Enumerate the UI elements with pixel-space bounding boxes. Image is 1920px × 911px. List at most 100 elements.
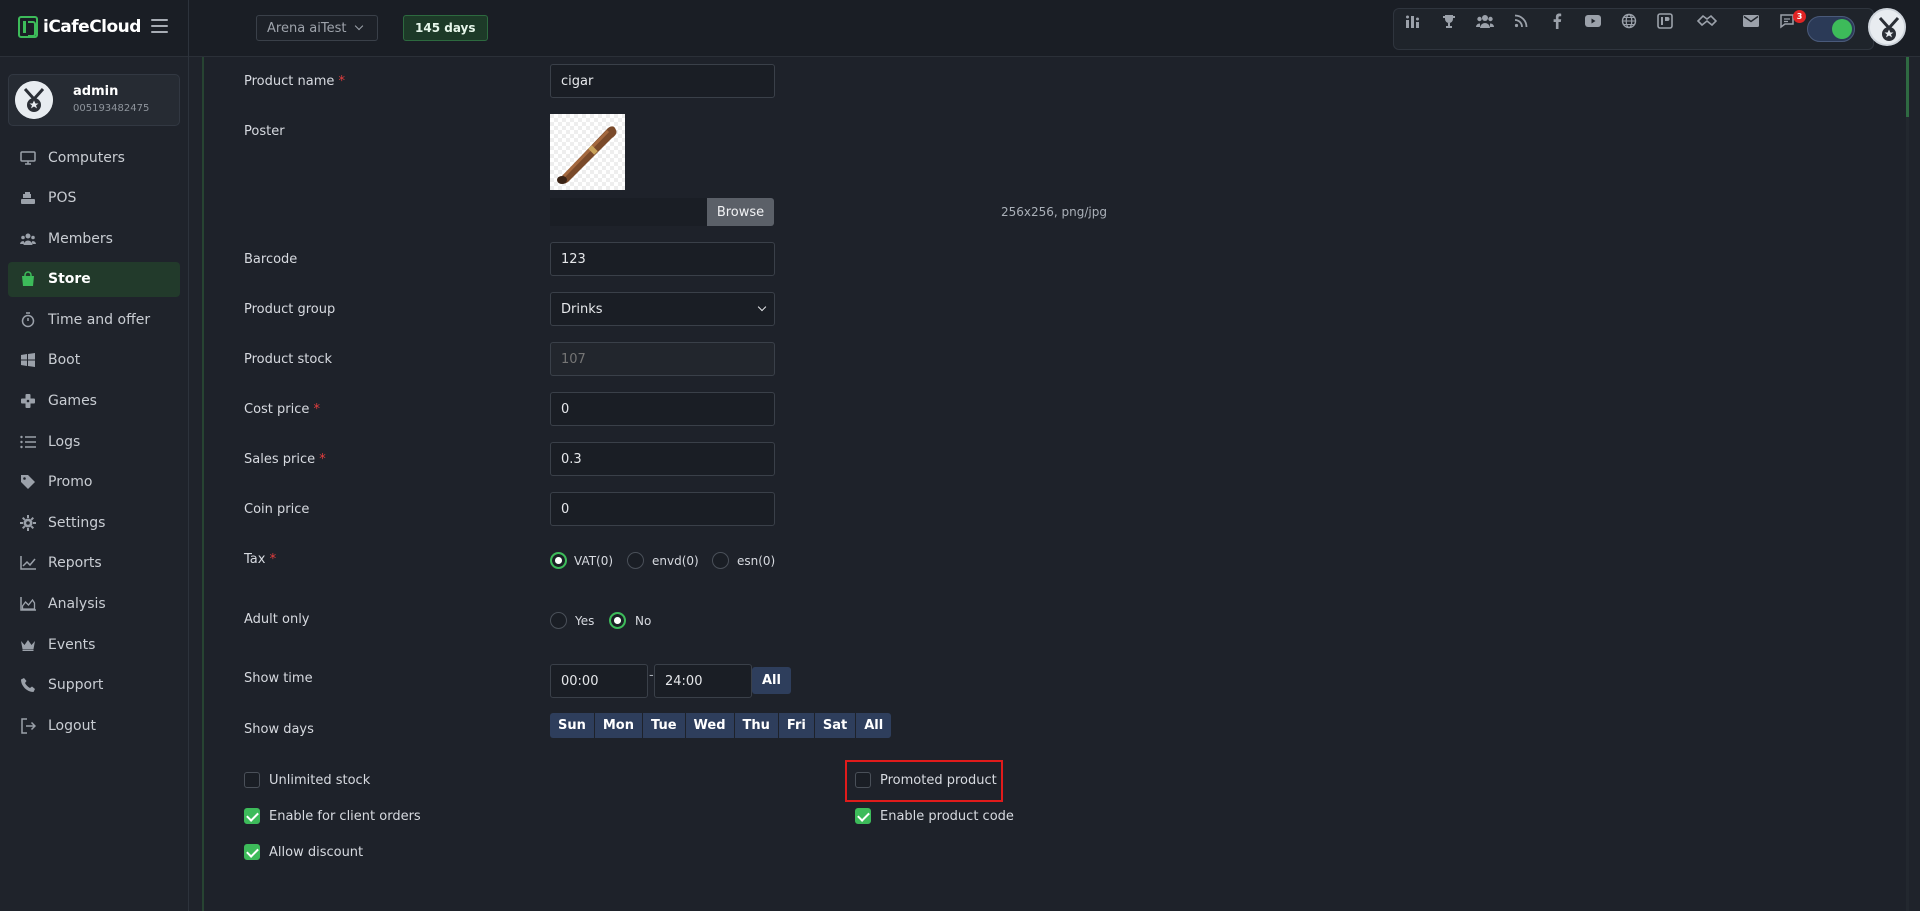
avatar[interactable] (1868, 8, 1906, 46)
sidebar-item-games[interactable]: Games (8, 384, 180, 419)
day-button-sat[interactable]: Sat (814, 713, 857, 738)
product-form-panel (202, 57, 1908, 911)
youtube-icon[interactable] (1583, 11, 1603, 31)
show-time-label: Show time (244, 671, 313, 686)
globe-icon[interactable] (1619, 11, 1639, 31)
rss-icon[interactable] (1511, 11, 1531, 31)
file-name-field[interactable] (550, 198, 707, 226)
day-button-all[interactable]: All (856, 713, 892, 738)
sidebar-item-analysis[interactable]: Analysis (8, 587, 180, 622)
show-time-all-button[interactable]: All (752, 667, 791, 694)
sales-price-label: Sales price * (244, 452, 326, 467)
scrollbar[interactable] (1906, 57, 1909, 911)
day-button-fri[interactable]: Fri (778, 713, 815, 738)
scrollbar-thumb[interactable] (1906, 57, 1909, 117)
status-toggle[interactable] (1807, 16, 1855, 42)
mail-icon[interactable] (1741, 11, 1761, 31)
promoted-product-checkbox[interactable] (855, 772, 871, 788)
sidebar-item-store[interactable]: Store (8, 261, 180, 297)
tax-radio-vat[interactable] (550, 552, 567, 569)
list-icon (20, 434, 36, 450)
sidebar-item-promo[interactable]: Promo (8, 465, 180, 500)
tax-option-label: esn(0) (737, 554, 776, 568)
day-button-wed[interactable]: Wed (685, 713, 735, 738)
sidebar-item-reports[interactable]: Reports (8, 546, 180, 581)
sidebar-item-label: Store (48, 271, 91, 288)
adult-only-radio-no[interactable] (609, 612, 626, 629)
leaderboard-icon[interactable] (1403, 11, 1423, 31)
sidebar-item-label: Logout (48, 717, 96, 734)
sidebar-item-logs[interactable]: Logs (8, 424, 180, 459)
checkbox-label: Enable for client orders (269, 809, 421, 824)
logout-icon (20, 718, 36, 734)
product-group-select[interactable]: Drinks (550, 292, 775, 326)
sidebar-item-label: Promo (48, 474, 93, 491)
day-button-sun[interactable]: Sun (550, 713, 595, 738)
allow-discount-checkbox[interactable] (244, 844, 260, 860)
poster-label: Poster (244, 124, 285, 139)
barcode-input[interactable] (550, 242, 775, 276)
group-icon[interactable] (1475, 11, 1495, 31)
product-name-input[interactable] (550, 64, 775, 98)
sidebar-item-logout[interactable]: Logout (8, 708, 180, 743)
enable-client-orders-checkbox[interactable] (244, 808, 260, 824)
handshake-icon[interactable] (1697, 11, 1717, 31)
coin-price-input[interactable] (550, 492, 775, 526)
sales-price-input[interactable] (550, 442, 775, 476)
license-days-badge: 145 days (403, 15, 488, 41)
show-time-from-input[interactable]: 00:00 (550, 664, 648, 698)
coin-price-label: Coin price (244, 502, 310, 517)
sidebar-item-support[interactable]: Support (8, 668, 180, 703)
trophy-icon[interactable] (1439, 11, 1459, 31)
sidebar-item-members[interactable]: Members (8, 221, 180, 256)
adult-only-radio-yes[interactable] (550, 612, 567, 629)
store-selector[interactable]: Arena aiTest (256, 15, 378, 41)
logo-icon (18, 16, 38, 38)
sidebar-item-label: POS (48, 190, 77, 207)
sidebar-item-label: Analysis (48, 596, 106, 613)
gamepad-icon (20, 393, 36, 409)
sidebar-item-computers[interactable]: Computers (8, 140, 180, 175)
logo[interactable]: iCafeCloud (18, 16, 141, 38)
unlimited-stock-checkbox[interactable] (244, 772, 260, 788)
day-button-tue[interactable]: Tue (643, 713, 686, 738)
sidebar-item-label: Members (48, 230, 113, 247)
checkbox-label: Unlimited stock (269, 773, 371, 788)
sidebar-item-label: Games (48, 393, 97, 410)
stopwatch-icon (20, 312, 36, 328)
product-group-label: Product group (244, 302, 336, 317)
icafe-icon[interactable] (1655, 11, 1675, 31)
show-days-label: Show days (244, 722, 314, 737)
sidebar-item-time-and-offer[interactable]: Time and offer (8, 302, 180, 337)
sidebar-item-events[interactable]: Events (8, 627, 180, 662)
tax-radio-envd[interactable] (627, 552, 644, 569)
checkbox-label: Allow discount (269, 845, 364, 860)
product-name-label: Product name * (244, 74, 345, 89)
sidebar-item-boot[interactable]: Boot (8, 343, 180, 378)
toggle-knob (1832, 19, 1852, 39)
checkbox-label: Enable product code (880, 809, 1014, 824)
tax-radio-esn[interactable] (712, 552, 729, 569)
browse-button[interactable]: Browse (707, 198, 774, 226)
top-bar: iCafeCloud Arena aiTest 145 days 3 (0, 0, 1920, 57)
sidebar-item-label: Reports (48, 555, 102, 572)
sidebar-item-label: Settings (48, 514, 106, 531)
sidebar-item-pos[interactable]: POS (8, 181, 180, 216)
hamburger-menu-icon[interactable] (151, 19, 168, 33)
notification-badge: 3 (1793, 10, 1806, 23)
show-time-to-input[interactable]: 24:00 (654, 664, 752, 698)
cost-price-input[interactable] (550, 392, 775, 426)
windows-icon (20, 352, 36, 368)
product-group-value: Drinks (561, 301, 603, 317)
day-button-thu[interactable]: Thu (734, 713, 779, 738)
day-button-mon[interactable]: Mon (594, 713, 643, 738)
enable-product-code-checkbox[interactable] (855, 808, 871, 824)
facebook-icon[interactable] (1547, 11, 1567, 31)
product-stock-input[interactable] (550, 342, 775, 376)
sidebar-item-label: Events (48, 636, 96, 653)
sidebar-item-settings[interactable]: Settings (8, 505, 180, 540)
adult-only-label: Adult only (244, 612, 310, 627)
store-name: Arena aiTest (267, 20, 347, 36)
members-icon (20, 231, 36, 247)
user-card[interactable]: admin 005193482475 (8, 74, 180, 126)
